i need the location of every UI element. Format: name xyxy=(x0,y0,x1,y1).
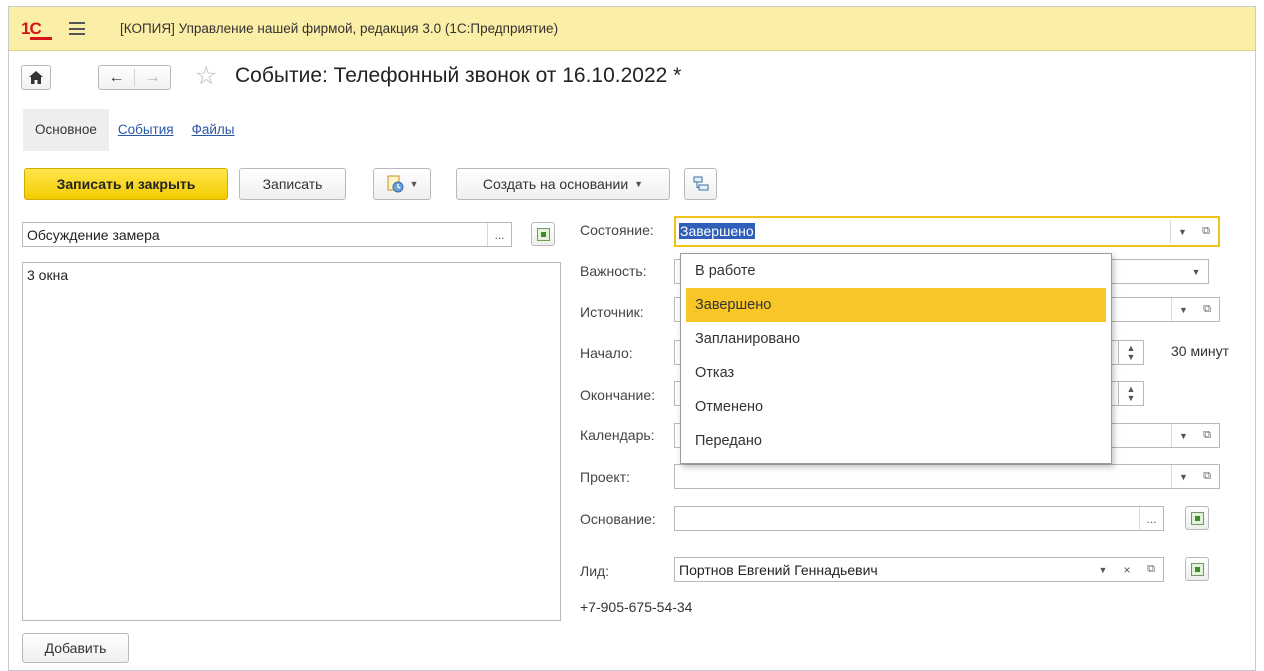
open-icon[interactable]: ⧉ xyxy=(1195,298,1219,321)
pick-basis-button[interactable] xyxy=(1185,506,1209,530)
1c-logo: 1С xyxy=(21,19,52,40)
chevron-down-icon[interactable]: ▼ xyxy=(1184,260,1208,283)
phone-text: +7-905-675-54-34 xyxy=(580,599,693,615)
structure-button[interactable] xyxy=(684,168,717,200)
ellipsis-icon: ... xyxy=(494,227,505,242)
subject-field[interactable]: Обсуждение замера ... xyxy=(22,222,512,247)
state-field[interactable]: Завершено ▼ ⧉ xyxy=(674,216,1220,247)
option-planned[interactable]: Запланировано xyxy=(686,322,1106,356)
select-ellipsis-button[interactable]: ... xyxy=(1139,507,1163,530)
importance-label: Важность: xyxy=(580,263,647,279)
add-button[interactable]: Добавить xyxy=(22,633,129,663)
end-label: Окончание: xyxy=(580,387,655,403)
save-button[interactable]: Записать xyxy=(239,168,346,200)
state-dropdown-list: В работе Завершено Запланировано Отказ О… xyxy=(680,253,1112,464)
ellipsis-icon: ... xyxy=(1146,511,1157,526)
state-label: Состояние: xyxy=(580,222,654,238)
app-window: 1С [КОПИЯ] Управление нашей фирмой, реда… xyxy=(8,6,1256,671)
tab-main[interactable]: Основное xyxy=(23,109,109,151)
main-menu-icon[interactable] xyxy=(69,22,85,35)
chevron-down-icon[interactable]: ▼ xyxy=(1170,220,1194,243)
back-button[interactable]: ← xyxy=(99,69,134,87)
open-icon[interactable]: ⧉ xyxy=(1194,220,1218,243)
pick-from-list-icon xyxy=(536,227,550,241)
subject-value: Обсуждение замера xyxy=(27,227,160,243)
open-icon[interactable]: ⧉ xyxy=(1195,424,1219,447)
chevron-down-icon[interactable]: ▼ xyxy=(1171,298,1195,321)
page-title: Событие: Телефонный звонок от 16.10.2022… xyxy=(235,64,682,87)
star-icon[interactable]: ☆ xyxy=(195,61,217,91)
print-menu-button[interactable]: ▼ xyxy=(373,168,431,200)
option-refusal[interactable]: Отказ xyxy=(686,356,1106,390)
pick-from-list-icon xyxy=(1190,511,1204,525)
option-in-progress[interactable]: В работе xyxy=(686,254,1106,288)
chevron-down-icon: ▼ xyxy=(409,179,419,189)
project-label: Проект: xyxy=(580,469,631,485)
app-title: [КОПИЯ] Управление нашей фирмой, редакци… xyxy=(120,21,559,36)
chevron-down-icon[interactable]: ▼ xyxy=(1091,558,1115,581)
create-based-on-button[interactable]: Создать на основании ▼ xyxy=(456,168,670,200)
end-time-spinner[interactable]: ▲ ▼ xyxy=(1118,381,1144,406)
lead-field[interactable]: Портнов Евгений Геннадьевич ▼ × ⧉ xyxy=(674,557,1164,582)
home-button[interactable] xyxy=(21,65,51,90)
basis-label: Основание: xyxy=(580,511,656,527)
form-tabs: Основное События Файлы xyxy=(23,109,244,151)
tab-events[interactable]: События xyxy=(109,109,183,151)
forward-button[interactable]: → xyxy=(135,69,170,87)
pick-lead-button[interactable] xyxy=(1185,557,1209,581)
project-field[interactable]: ▼ ⧉ xyxy=(674,464,1220,489)
chevron-down-icon[interactable]: ▼ xyxy=(1171,465,1195,488)
navigation-row: ← → ☆ Событие: Телефонный звонок от 16.1… xyxy=(9,51,1255,109)
arrow-left-icon: ← xyxy=(108,68,125,86)
open-icon[interactable]: ⧉ xyxy=(1195,465,1219,488)
option-completed[interactable]: Завершено xyxy=(686,288,1106,322)
logo-text: 1С xyxy=(21,19,42,38)
content-textarea[interactable]: 3 окна xyxy=(22,262,561,621)
chevron-down-icon[interactable]: ▼ xyxy=(1171,424,1195,447)
source-label: Источник: xyxy=(580,304,644,320)
start-time-spinner[interactable]: ▲ ▼ xyxy=(1118,340,1144,365)
start-label: Начало: xyxy=(580,345,633,361)
basis-field[interactable]: ... xyxy=(674,506,1164,531)
save-and-close-button[interactable]: Записать и закрыть xyxy=(24,168,228,200)
state-value: Завершено xyxy=(679,223,755,239)
option-transferred[interactable]: Передано xyxy=(686,424,1106,458)
create-based-on-label: Создать на основании xyxy=(482,176,629,192)
calendar-label: Календарь: xyxy=(580,427,655,443)
option-cancelled[interactable]: Отменено xyxy=(686,390,1106,424)
home-icon xyxy=(29,71,43,84)
clear-icon[interactable]: × xyxy=(1115,558,1139,581)
lead-label: Лид: xyxy=(580,563,610,579)
print-document-icon xyxy=(387,175,404,193)
pick-subject-button[interactable] xyxy=(531,222,555,246)
arrow-right-icon: → xyxy=(144,68,161,86)
content-text: 3 окна xyxy=(27,267,69,283)
pick-from-list-icon xyxy=(1190,562,1204,576)
tab-files[interactable]: Файлы xyxy=(183,109,244,151)
lead-value: Портнов Евгений Геннадьевич xyxy=(679,562,878,578)
title-bar: 1С [КОПИЯ] Управление нашей фирмой, реда… xyxy=(9,7,1255,51)
open-icon[interactable]: ⧉ xyxy=(1139,558,1163,581)
chevron-down-icon: ▼ xyxy=(634,179,644,189)
duration-text: 30 минут xyxy=(1171,343,1230,359)
history-navigation: ← → xyxy=(98,65,171,90)
select-ellipsis-button[interactable]: ... xyxy=(487,223,511,246)
hierarchy-icon xyxy=(693,176,708,191)
